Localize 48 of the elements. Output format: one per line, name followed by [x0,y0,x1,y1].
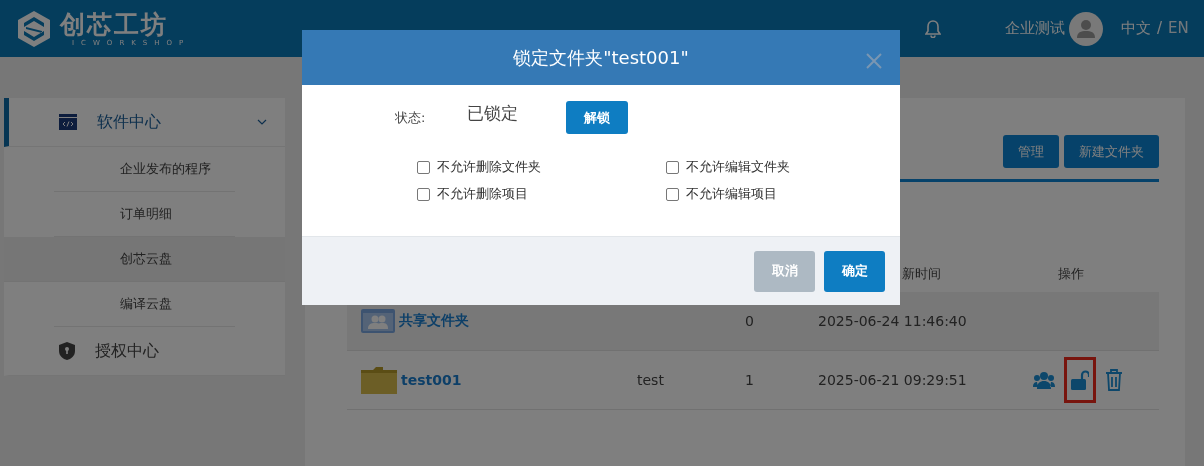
logo-name: 创芯工坊 [60,10,168,39]
toolbar-button[interactable]: 管理 [1003,135,1059,168]
option-label: 不允许删除项目 [437,185,528,203]
avatar-icon[interactable] [1069,11,1103,46]
count-cell-text: 1 [745,372,755,388]
logo-icon [16,9,52,48]
folder-name[interactable]: 共享文件夹 [399,312,469,330]
language-option[interactable]: 中文 [1121,19,1151,38]
dialog-title: 锁定文件夹"test001" [513,45,689,70]
time-cell-text: 2025-06-21 09:29:51 [818,372,968,388]
confirm-button[interactable]: 确定 [824,250,885,292]
folder-name[interactable]: test001 [401,372,462,388]
column-header: 新时间 [902,265,942,283]
sidebar-group[interactable]: 软件中心 [4,98,285,147]
trash-icon[interactable] [1105,369,1123,391]
language-option[interactable]: EN [1168,19,1189,38]
code-window-icon [59,114,77,130]
status-value: 已锁定 [467,102,519,125]
sidebar-group[interactable]: 授权中心 [4,327,285,376]
sidebar-group-label: 软件中心 [97,111,162,133]
sidebar-item[interactable]: 编译云盘 [54,282,235,327]
owner-cell: test [637,372,664,388]
checkbox[interactable] [417,160,430,174]
option-label: 不允许编辑项目 [686,185,777,203]
sidebar-group-label: 授权中心 [95,340,160,362]
checkbox[interactable] [666,187,679,201]
count-cell-text: 0 [745,313,755,329]
sidebar-item[interactable]: 企业发布的程序 [54,147,235,192]
checkbox[interactable] [666,160,679,174]
bell-icon[interactable] [925,19,941,38]
time-cell-text: 2025-06-24 11:46:40 [818,313,968,329]
shield-icon [59,342,75,360]
column-header: 操作 [1058,265,1084,283]
shared-folder-icon [361,309,395,333]
option-label: 不允许删除文件夹 [437,158,541,176]
language-separator: / [1157,19,1163,38]
user-name[interactable]: 企业测试 [1005,19,1065,38]
status-label: 状态: [395,108,427,127]
close-icon[interactable] [866,53,882,69]
sidebar-item[interactable]: 创芯云盘 [4,237,285,282]
unlock-icon[interactable] [1071,370,1089,390]
option-label: 不允许编辑文件夹 [686,158,790,176]
unlock-button[interactable]: 解锁 [566,101,628,134]
cancel-button[interactable]: 取消 [754,250,815,292]
folder-icon [361,366,397,394]
toolbar-button[interactable]: 新建文件夹 [1064,135,1159,168]
users-icon[interactable] [1033,371,1055,389]
checkbox[interactable] [417,187,430,201]
